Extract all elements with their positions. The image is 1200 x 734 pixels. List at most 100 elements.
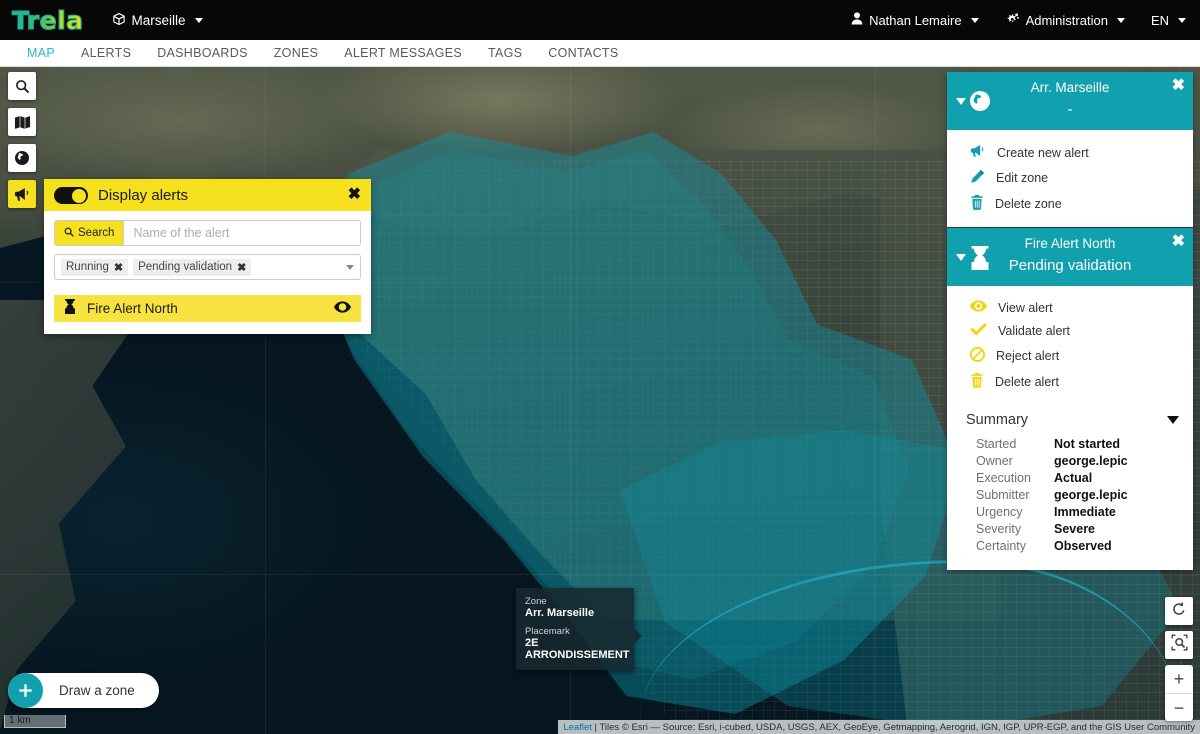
edit-zone-action[interactable]: Edit zone [947,165,1193,191]
attribution-text: | Tiles © Esri — Source: Esri, i-cubed, … [591,722,1195,733]
alerts-tool-button[interactable] [8,180,36,208]
display-alerts-toggle[interactable] [54,186,88,204]
chevron-down-icon [194,17,203,23]
summary-title: Summary [966,412,1029,428]
administration-menu[interactable]: Administration [1005,12,1125,29]
collapse-caret-icon[interactable] [956,98,966,105]
zoom-in-button[interactable]: + [1165,665,1193,693]
draw-a-zone-button[interactable]: Draw a zone [8,673,159,708]
undo-icon [1171,601,1187,622]
plus-icon: + [1173,669,1185,689]
list-item[interactable]: Fire Alert North [54,295,361,322]
alert-search-input[interactable] [124,221,360,245]
display-alerts-title: Display alerts [98,186,189,204]
filter-chip-label: Pending validation [138,261,233,273]
plus-icon [8,673,43,708]
alert-panel-header: ✖ Fire Alert North Pending validation [947,228,1193,286]
action-label: Validate alert [998,324,1071,338]
display-alerts-panel: Display alerts ✖ Search Running ✖ [44,179,371,334]
chevron-down-icon[interactable] [346,264,354,270]
hourglass-icon [969,246,991,275]
layers-tool-button[interactable] [8,108,36,136]
alert-search-row: Search [54,220,361,246]
validate-alert-action[interactable]: Validate alert [947,319,1193,343]
filter-chip-pending-validation[interactable]: Pending validation ✖ [133,258,252,276]
summary-key: Severity [976,521,1022,536]
alert-results-list: Fire Alert North [44,290,371,334]
nav-item-alert-messages[interactable]: ALERT MESSAGES [331,46,475,60]
action-label: Edit zone [996,171,1049,185]
summary-value: Immediate [1054,504,1116,519]
cube-icon [112,12,126,29]
organization-selector[interactable]: Marseille [112,12,203,29]
summary-value: Observed [1054,538,1112,553]
collapse-caret-icon[interactable] [956,254,966,261]
zone-info-panel: ✖ Arr. Marseille - Create new alert Edit… [947,72,1193,227]
search-button[interactable]: Search [55,221,125,245]
chevron-down-icon[interactable] [1167,416,1179,424]
nav-item-alerts[interactable]: ALERTS [68,46,144,60]
tooltip-zone-key: Zone [525,596,547,607]
alert-status-filter[interactable]: Running ✖ Pending validation ✖ [54,254,361,280]
zoom-to-area-button[interactable] [1165,631,1193,659]
summary-value: Severe [1054,521,1096,536]
summary-header[interactable]: Summary [947,409,1193,435]
search-icon [64,227,74,240]
map-feature-tooltip: Zone Arr. Marseille Placemark 2E ARRONDI… [516,588,642,670]
top-bar: Trela Marseille Nathan Lemaire Administr… [0,0,1200,40]
close-icon[interactable]: ✖ [1172,78,1185,94]
reset-view-button[interactable] [1165,597,1193,625]
summary-key: Owner [976,453,1013,468]
tooltip-placemark-value: 2E ARRONDISSEMENT [525,637,630,661]
map-application: Trela Marseille Nathan Lemaire Administr… [0,0,1200,734]
close-icon[interactable]: ✖ [348,187,361,203]
language-menu[interactable]: EN [1151,13,1186,28]
delete-zone-action[interactable]: Delete zone [947,191,1193,217]
check-icon [970,323,987,339]
search-button-label: Search [78,227,115,239]
summary-key: Urgency [976,504,1023,519]
tooltip-zone-value: Arr. Marseille [525,607,595,619]
summary-key: Execution [976,470,1031,485]
summary-row-urgency: Urgency Immediate [947,503,1193,520]
eye-icon [970,300,987,315]
app-logo[interactable]: Trela [11,5,83,35]
search-tool-button[interactable] [8,72,36,100]
zoom-out-button[interactable]: − [1165,693,1193,721]
nav-item-map[interactable]: MAP [14,46,68,60]
user-name-label: Nathan Lemaire [869,12,962,28]
view-alert-action[interactable]: View alert [947,296,1193,319]
globe-icon [14,150,30,166]
reject-alert-action[interactable]: Reject alert [947,343,1193,369]
globe-tool-button[interactable] [8,144,36,172]
eye-icon[interactable] [334,300,351,318]
display-alerts-body: Search Running ✖ Pending validation ✖ [44,211,371,290]
chevron-down-icon [1178,17,1186,23]
gears-icon [1005,12,1020,29]
create-new-alert-action[interactable]: Create new alert [947,140,1193,165]
nav-item-zones[interactable]: ZONES [261,46,332,60]
remove-chip-icon[interactable]: ✖ [114,261,123,274]
summary-row-owner: Owner george.lepic [947,452,1193,469]
organization-label: Marseille [131,12,186,28]
filter-chip-running[interactable]: Running ✖ [61,258,129,276]
map-controls: + − [1165,597,1193,721]
administration-label: Administration [1025,12,1108,28]
delete-alert-action[interactable]: Delete alert [947,369,1193,395]
remove-chip-icon[interactable]: ✖ [237,261,246,274]
megaphone-icon [14,187,31,202]
nav-item-dashboards[interactable]: DASHBOARDS [144,46,261,60]
close-icon[interactable]: ✖ [1172,234,1185,250]
alert-summary-section: Summary Started Not started Owner george… [947,405,1193,570]
draw-a-zone-label: Draw a zone [59,683,135,698]
map-layers-icon [14,115,31,130]
leaflet-link[interactable]: Leaflet [563,722,592,733]
alert-info-panel: ✖ Fire Alert North Pending validation Vi… [947,228,1193,570]
nav-item-tags[interactable]: TAGS [475,46,535,60]
summary-value: Not started [1054,436,1120,451]
tooltip-placemark-key: Placemark [525,626,570,637]
main-navigation: MAP ALERTS DASHBOARDS ZONES ALERT MESSAG… [0,40,1200,67]
user-menu[interactable]: Nathan Lemaire [851,12,979,28]
summary-row-submitter: Submitter george.lepic [947,486,1193,503]
nav-item-contacts[interactable]: CONTACTS [535,46,631,60]
